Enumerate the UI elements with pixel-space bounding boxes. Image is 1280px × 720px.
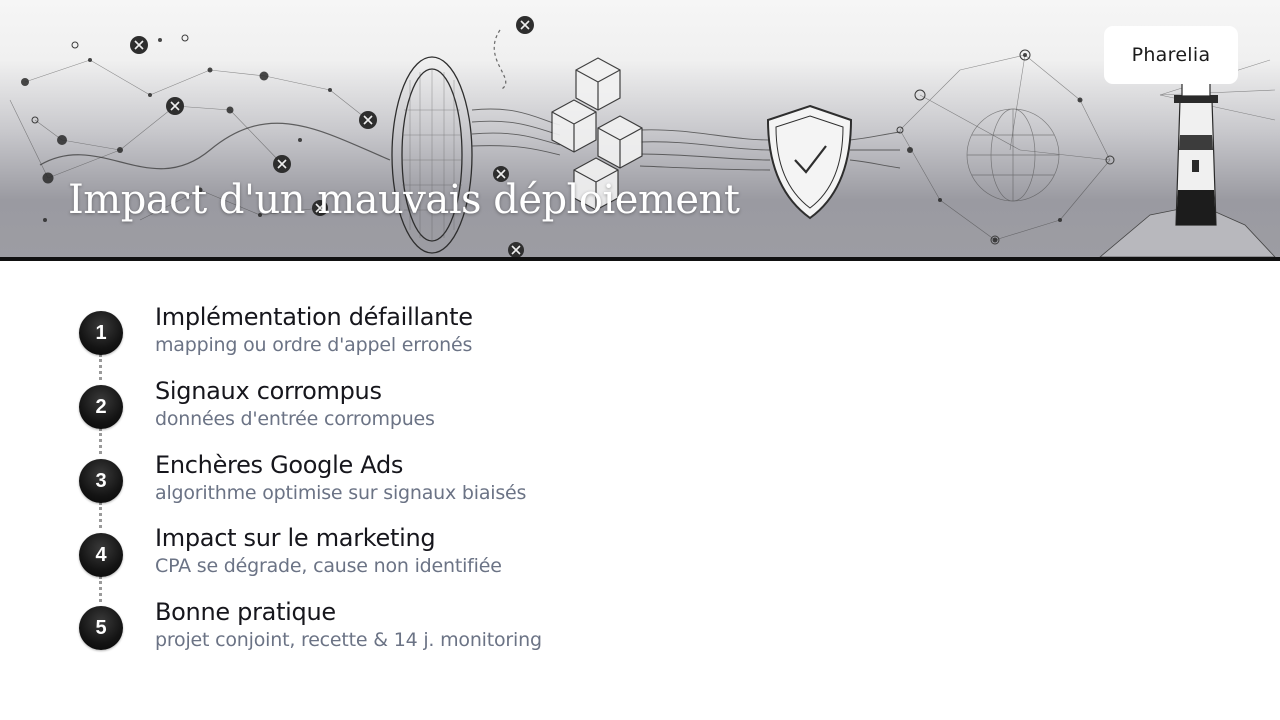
step-connector: [99, 354, 102, 380]
step-title: Implémentation défaillante: [155, 303, 473, 331]
step-description: CPA se dégrade, cause non identifiée: [155, 555, 502, 577]
steps-timeline: 1 Implémentation défaillante mapping ou …: [0, 0, 1280, 720]
step-title: Enchères Google Ads: [155, 451, 404, 479]
step-item: Enchères Google Ads algorithme optimise …: [155, 450, 526, 506]
step-title: Bonne pratique: [155, 598, 336, 626]
step-title: Impact sur le marketing: [155, 524, 436, 552]
step-number-badge: 4: [79, 533, 123, 577]
step-number-badge: 3: [79, 459, 123, 503]
step-number-badge: 1: [79, 311, 123, 355]
step-connector: [99, 576, 102, 602]
step-number-badge: 5: [79, 606, 123, 650]
step-description: algorithme optimise sur signaux biaisés: [155, 482, 527, 504]
step-item: Impact sur le marketing CPA se dégrade, …: [155, 523, 502, 579]
step-description: projet conjoint, recette & 14 j. monitor…: [155, 629, 542, 651]
step-item: Signaux corrompus données d'entrée corro…: [155, 376, 435, 432]
step-title: Signaux corrompus: [155, 377, 382, 405]
step-item: Implémentation défaillante mapping ou or…: [155, 302, 473, 358]
step-description: mapping ou ordre d'appel erronés: [155, 334, 473, 356]
step-connector: [99, 502, 102, 528]
step-number-badge: 2: [79, 385, 123, 429]
step-item: Bonne pratique projet conjoint, recette …: [155, 597, 542, 653]
step-connector: [99, 428, 102, 454]
step-description: données d'entrée corrompues: [155, 408, 435, 430]
